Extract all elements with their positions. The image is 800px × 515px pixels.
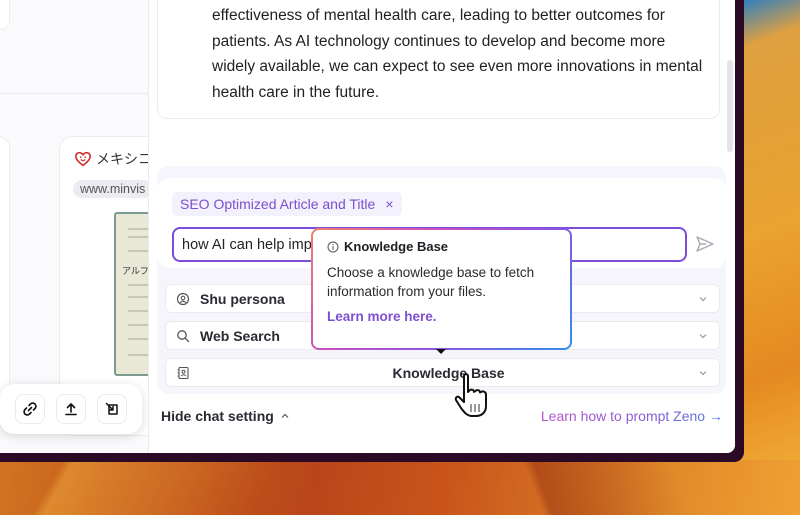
card-url-pill[interactable]: www.minvis — [73, 180, 153, 198]
template-chip-label: SEO Optimized Article and Title — [180, 196, 376, 212]
chat-scrollbar[interactable] — [727, 60, 733, 152]
address-book-icon — [177, 366, 189, 379]
search-icon — [177, 329, 190, 342]
template-chip[interactable]: SEO Optimized Article and Title × — [172, 192, 402, 216]
link-icon — [23, 402, 38, 416]
chevron-down-icon — [699, 296, 707, 301]
upload-button[interactable] — [55, 394, 86, 424]
canvas-card-top[interactable] — [0, 0, 10, 30]
upload-icon — [65, 403, 77, 416]
tooltip-header: Knowledge Base — [327, 239, 556, 254]
canvas-area: メキシコ www.minvis アルファ — [0, 0, 174, 453]
tooltip-body: Choose a knowledge base to fetch informa… — [327, 265, 535, 299]
chevron-up-icon — [281, 413, 289, 418]
card-title: メキシコ — [74, 149, 152, 169]
assistant-message-text: effectiveness of mental health care, lea… — [212, 7, 703, 101]
hand-cursor-icon — [454, 373, 487, 417]
chat-panel: effectiveness of mental health care, lea… — [148, 0, 735, 453]
tooltip-content: Knowledge Base Choose a knowledge base t… — [313, 230, 570, 348]
card-title-text: メキシコ — [96, 151, 152, 167]
export-icon — [105, 402, 118, 415]
hide-chat-setting-button[interactable]: Hide chat setting — [161, 408, 291, 424]
tooltip-arrow — [436, 349, 446, 354]
info-icon — [327, 241, 339, 252]
knowledge-base-label: Knowledge Base — [392, 364, 505, 381]
learn-prompt-link[interactable]: Learn how to prompt Zeno → — [541, 408, 723, 424]
canvas-toolbar — [0, 384, 142, 434]
app-window-content: メキシコ www.minvis アルファ effectiveness of me… — [0, 0, 735, 453]
knowledge-base-select[interactable]: Knowledge Base — [165, 358, 720, 387]
assistant-message: effectiveness of mental health care, lea… — [157, 0, 720, 119]
app-window: メキシコ www.minvis アルファ effectiveness of me… — [0, 0, 744, 462]
canvas-card-left[interactable] — [0, 137, 10, 427]
link-button[interactable] — [15, 394, 46, 424]
close-icon[interactable]: × — [385, 196, 393, 212]
chevron-down-icon — [699, 370, 707, 375]
export-button[interactable] — [96, 394, 127, 424]
canvas-divider — [0, 93, 148, 94]
knowledge-base-tooltip: Knowledge Base Choose a knowledge base t… — [311, 228, 572, 350]
hide-chat-setting-label: Hide chat setting — [161, 408, 274, 424]
send-icon[interactable] — [694, 233, 716, 255]
chevron-down-icon — [699, 333, 707, 338]
tooltip-learn-more-link[interactable]: Learn more here. — [327, 309, 556, 324]
heart-face-icon — [74, 151, 92, 167]
desktop-wallpaper-right — [742, 0, 800, 460]
persona-icon — [176, 292, 190, 305]
tooltip-title: Knowledge Base — [344, 239, 449, 254]
